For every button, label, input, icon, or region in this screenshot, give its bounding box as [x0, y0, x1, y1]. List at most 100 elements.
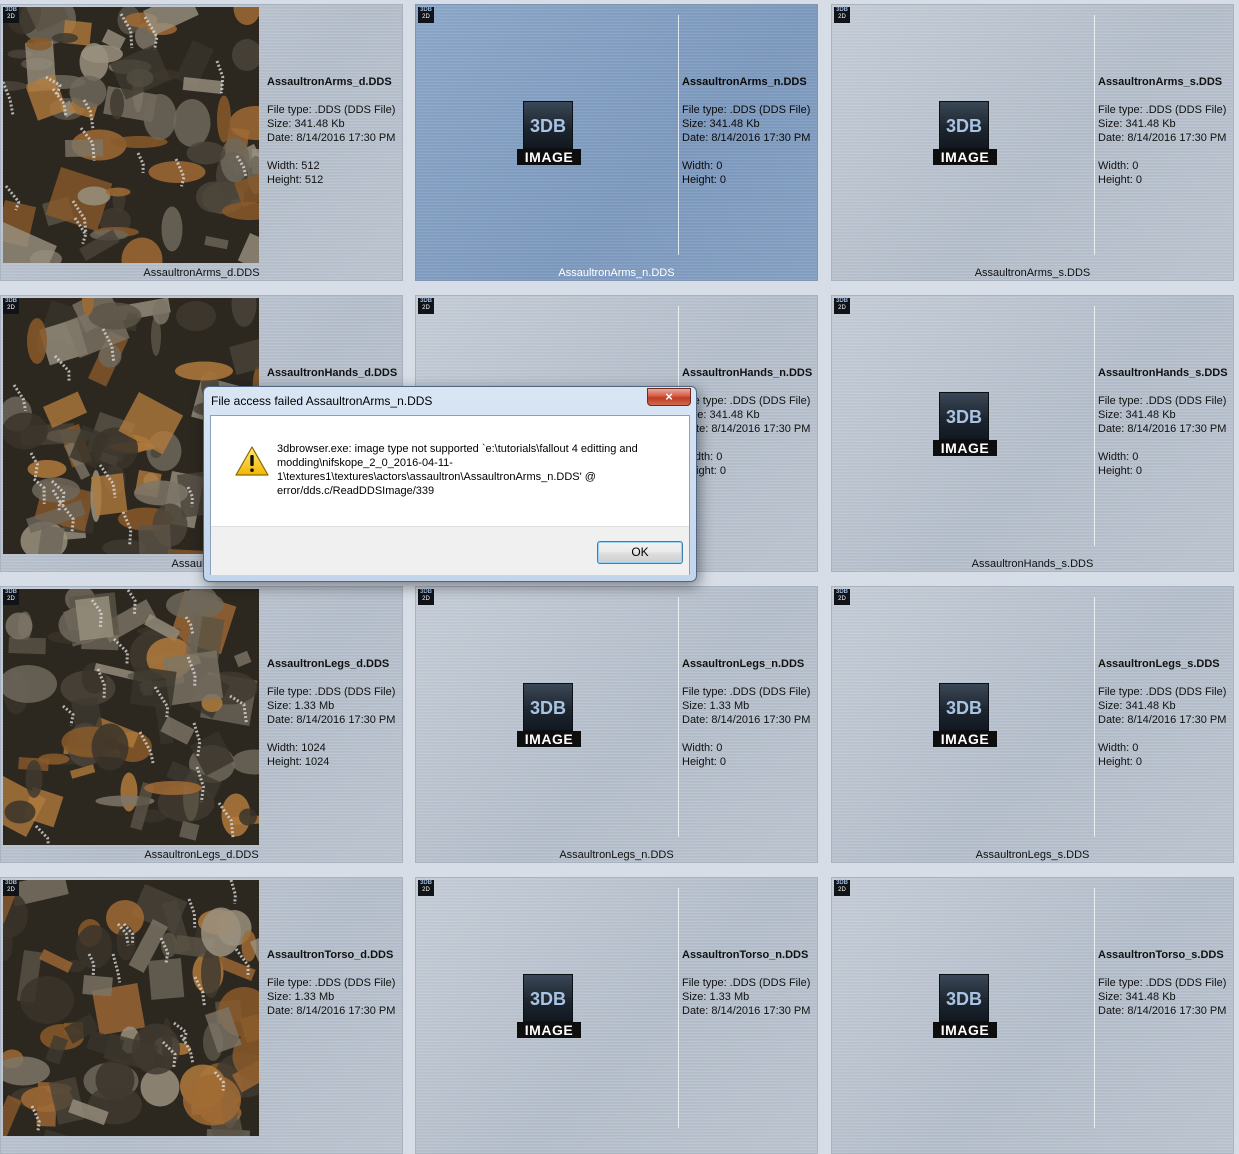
dialog-titlebar[interactable]: File access failed AssaultronArms_n.DDS …: [204, 387, 696, 413]
badge-line1: 3DB: [419, 7, 432, 13]
file-info: AssaultronArms_s.DDS File type: .DDS (DDS…: [1098, 75, 1233, 187]
image-height: Height: 0: [1098, 756, 1143, 768]
thumbnail-preview: [3, 7, 259, 263]
file-info: AssaultronLegs_d.DDS File type: .DDS (DDS…: [267, 657, 402, 769]
file-type: File type: .DDS (DDS File): [1098, 104, 1227, 116]
image-width: Width: 1024: [267, 742, 326, 754]
file-size: Size: 341.48 Kb: [1098, 700, 1176, 712]
dialog-close-button[interactable]: ×: [647, 388, 691, 406]
image-placeholder-icon: 3DBIMAGE: [933, 101, 997, 165]
badge-line1: 3DB: [835, 880, 848, 886]
texture-preview-image: [3, 589, 259, 845]
file-info: AssaultronHands_n.DDS File type: .DDS (DD…: [682, 366, 817, 478]
tile-divider: [1094, 888, 1095, 1128]
tile-caption: AssaultronLegs_s.DDS: [975, 849, 1090, 861]
placeholder-label: IMAGE: [933, 149, 997, 165]
badge-line2: 2D: [7, 596, 15, 602]
file-type: File type: .DDS (DDS File): [682, 104, 811, 116]
dialog-button-area: OK: [211, 526, 689, 575]
tile-divider: [1094, 306, 1095, 546]
file-size: Size: 1.33 Mb: [682, 991, 750, 1003]
badge-line1: 3DB: [419, 880, 432, 886]
file-name: AssaultronArms_s.DDS: [1098, 76, 1223, 88]
file-date: Date: 8/14/2016 17:30 PM: [1098, 132, 1227, 144]
badge-line2: 2D: [422, 596, 430, 602]
format-badge-icon: 3DB 2D: [418, 880, 434, 896]
format-badge-icon: 3DB 2D: [418, 7, 434, 23]
file-name: AssaultronHands_d.DDS: [267, 367, 398, 379]
file-type: File type: .DDS (DDS File): [1098, 977, 1227, 989]
badge-line2: 2D: [7, 305, 15, 311]
tile-divider: [678, 597, 679, 837]
ok-button[interactable]: OK: [597, 541, 683, 564]
file-name: AssaultronArms_n.DDS: [682, 76, 807, 88]
warning-icon: [235, 446, 269, 476]
image-width: Width: 0: [682, 451, 723, 463]
image-placeholder-icon: 3DBIMAGE: [517, 683, 581, 747]
file-date: Date: 8/14/2016 17:30 PM: [682, 423, 811, 435]
thumbnail-tile[interactable]: 3DB IMAGE 3DB 2D AssaultronTorso_n.DDS File t…: [415, 877, 818, 1154]
placeholder-logo: 3DB: [523, 683, 573, 731]
file-date: Date: 8/14/2016 17:30 PM: [1098, 423, 1227, 435]
file-size: Size: 341.48 Kb: [1098, 409, 1176, 421]
file-size: Size: 341.48 Kb: [682, 118, 760, 130]
file-info: AssaultronLegs_s.DDS File type: .DDS (DDS…: [1098, 657, 1233, 769]
placeholder-logo: 3DB: [939, 101, 989, 149]
thumbnail-tile[interactable]: 3DB IMAGE 3DB 2D AssaultronArms_s.DDS File ty…: [831, 4, 1234, 281]
texture-preview-image: [3, 880, 259, 1136]
file-name: AssaultronHands_s.DDS: [1098, 367, 1228, 379]
format-badge-icon: 3DB 2D: [3, 880, 19, 896]
file-info: AssaultronLegs_n.DDS File type: .DDS (DDS…: [682, 657, 817, 769]
file-info: AssaultronTorso_s.DDS File type: .DDS (DD…: [1098, 948, 1233, 1032]
thumbnail-tile[interactable]: 3DB IMAGE 3DB 2D AssaultronHands_s.DDS File t…: [831, 295, 1234, 572]
file-size: Size: 1.33 Mb: [682, 700, 750, 712]
thumbnail-tile[interactable]: 3DB 2D AssaultronLegs_d.DDS File type: .DDS…: [0, 586, 403, 863]
thumbnail-tile[interactable]: 3DB IMAGE 3DB 2D AssaultronLegs_n.DDS File ty…: [415, 586, 818, 863]
thumbnail-tile[interactable]: 3DB IMAGE 3DB 2D AssaultronLegs_s.DDS File ty…: [831, 586, 1234, 863]
tile-divider: [678, 888, 679, 1128]
badge-line2: 2D: [838, 596, 846, 602]
badge-line1: 3DB: [4, 298, 17, 304]
tile-caption: AssaultronArms_d.DDS: [143, 267, 260, 279]
file-date: Date: 8/14/2016 17:30 PM: [682, 132, 811, 144]
thumbnail-tile[interactable]: 3DB 2D AssaultronTorso_d.DDS File type: .DD…: [0, 877, 403, 1154]
image-height: Height: 1024: [267, 756, 330, 768]
file-date: Date: 8/14/2016 17:30 PM: [267, 714, 396, 726]
badge-line1: 3DB: [4, 880, 17, 886]
image-width: Width: 0: [1098, 160, 1139, 172]
image-width: Width: 0: [1098, 742, 1139, 754]
tile-divider: [678, 15, 679, 255]
placeholder-logo: 3DB: [523, 101, 573, 149]
placeholder-label: IMAGE: [933, 731, 997, 747]
file-name: AssaultronArms_d.DDS: [267, 76, 392, 88]
file-info: AssaultronArms_d.DDS File type: .DDS (DDS…: [267, 75, 402, 187]
file-date: Date: 8/14/2016 17:30 PM: [267, 132, 396, 144]
file-date: Date: 8/14/2016 17:30 PM: [682, 1005, 811, 1017]
image-placeholder-icon: 3DBIMAGE: [933, 974, 997, 1038]
thumbnail-tile[interactable]: 3DB IMAGE 3DB 2D AssaultronTorso_s.DDS File t…: [831, 877, 1234, 1154]
file-date: Date: 8/14/2016 17:30 PM: [1098, 1005, 1227, 1017]
error-dialog: File access failed AssaultronArms_n.DDS …: [203, 386, 697, 582]
image-placeholder-icon: 3DBIMAGE: [933, 392, 997, 456]
badge-line1: 3DB: [835, 298, 848, 304]
file-name: AssaultronTorso_n.DDS: [682, 949, 809, 961]
close-icon: ×: [665, 389, 673, 404]
tile-divider: [1094, 15, 1095, 255]
tile-caption: AssaultronHands_s.DDS: [971, 558, 1094, 570]
file-type: File type: .DDS (DDS File): [682, 686, 811, 698]
badge-line1: 3DB: [835, 7, 848, 13]
file-type: File type: .DDS (DDS File): [682, 977, 811, 989]
badge-line2: 2D: [7, 14, 15, 20]
dialog-title: File access failed AssaultronArms_n.DDS: [211, 394, 433, 408]
file-name: AssaultronLegs_s.DDS: [1098, 658, 1220, 670]
thumbnail-tile[interactable]: 3DB 2D AssaultronArms_d.DDS File type: .DDS…: [0, 4, 403, 281]
file-type: File type: .DDS (DDS File): [267, 686, 396, 698]
tile-divider: [1094, 597, 1095, 837]
file-info: AssaultronTorso_n.DDS File type: .DDS (DD…: [682, 948, 817, 1032]
dialog-message-area: 3dbrowser.exe: image type not supported …: [211, 416, 689, 526]
thumbnail-tile[interactable]: 3DB IMAGE 3DB 2D AssaultronArms_n.DDS File ty…: [415, 4, 818, 281]
format-badge-icon: 3DB 2D: [3, 298, 19, 314]
file-info: AssaultronArms_n.DDS File type: .DDS (DDS…: [682, 75, 817, 187]
tile-caption: AssaultronLegs_d.DDS: [144, 849, 259, 861]
badge-line1: 3DB: [419, 589, 432, 595]
